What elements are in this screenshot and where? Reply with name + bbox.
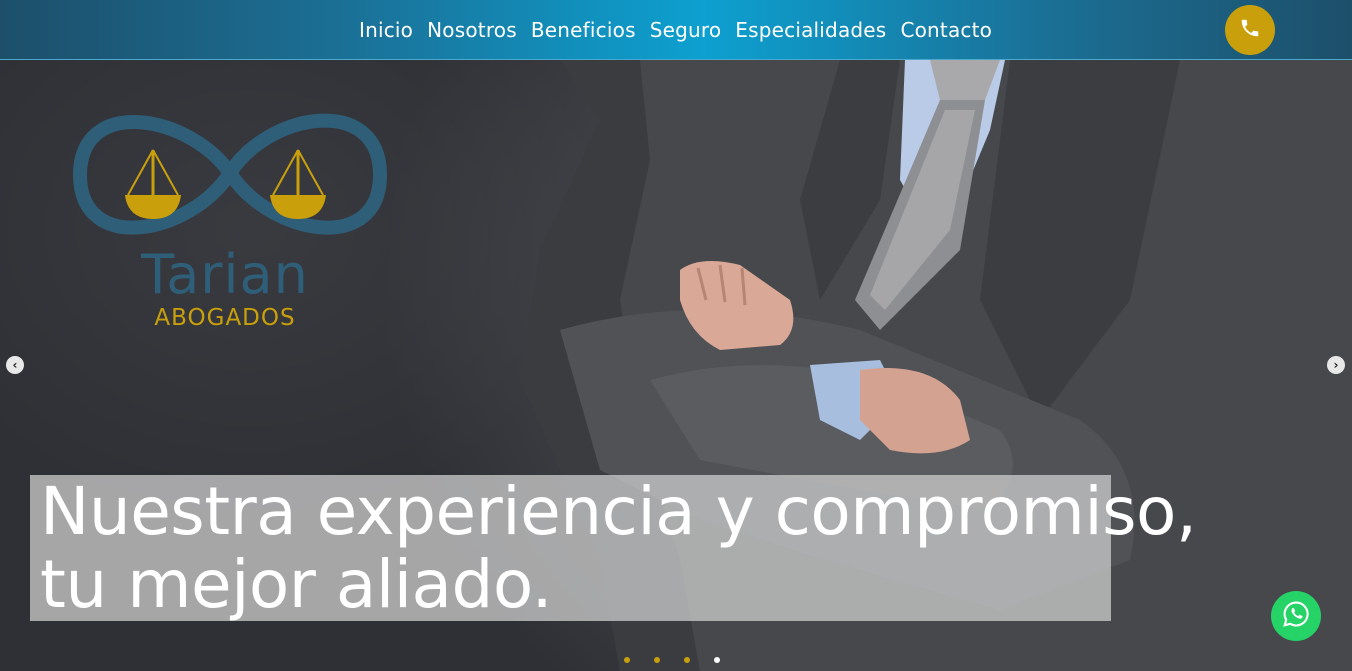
slider-next-button[interactable]: › — [1327, 356, 1345, 374]
whatsapp-button[interactable] — [1271, 591, 1321, 641]
brand-logo: Tarian ABOGADOS — [70, 95, 390, 340]
chevron-left-icon: ‹ — [12, 358, 18, 372]
nav-item-inicio[interactable]: Inicio — [352, 18, 420, 42]
main-nav: Inicio Nosotros Beneficios Seguro Especi… — [352, 0, 999, 59]
logo-subtitle: ABOGADOS — [154, 305, 296, 331]
hero-headline: Nuestra experiencia y compromiso, tu mej… — [40, 473, 1197, 623]
slider-dot-2[interactable] — [654, 657, 660, 663]
phone-button[interactable] — [1225, 5, 1275, 55]
phone-icon — [1239, 17, 1261, 43]
infinity-scales-emblem — [72, 113, 388, 235]
nav-item-contacto[interactable]: Contacto — [893, 18, 999, 42]
logo-name: Tarian — [141, 243, 309, 306]
slider-dot-3[interactable] — [684, 657, 690, 663]
nav-item-beneficios[interactable]: Beneficios — [524, 18, 643, 42]
nav-item-nosotros[interactable]: Nosotros — [420, 18, 524, 42]
slider-pagination — [624, 657, 720, 663]
hero-headline-line-2: tu mejor aliado. — [40, 546, 553, 623]
slider-dot-1[interactable] — [624, 657, 630, 663]
chevron-right-icon: › — [1333, 358, 1339, 372]
nav-item-especialidades[interactable]: Especialidades — [728, 18, 893, 42]
whatsapp-icon — [1282, 600, 1310, 632]
hero-headline-box: Nuestra experiencia y compromiso, tu mej… — [30, 475, 1197, 621]
slider-dot-4[interactable] — [714, 657, 720, 663]
top-navbar: Inicio Nosotros Beneficios Seguro Especi… — [0, 0, 1352, 60]
nav-item-seguro[interactable]: Seguro — [643, 18, 729, 42]
slider-prev-button[interactable]: ‹ — [6, 356, 24, 374]
hero-headline-line-1: Nuestra experiencia y compromiso, — [40, 473, 1197, 550]
